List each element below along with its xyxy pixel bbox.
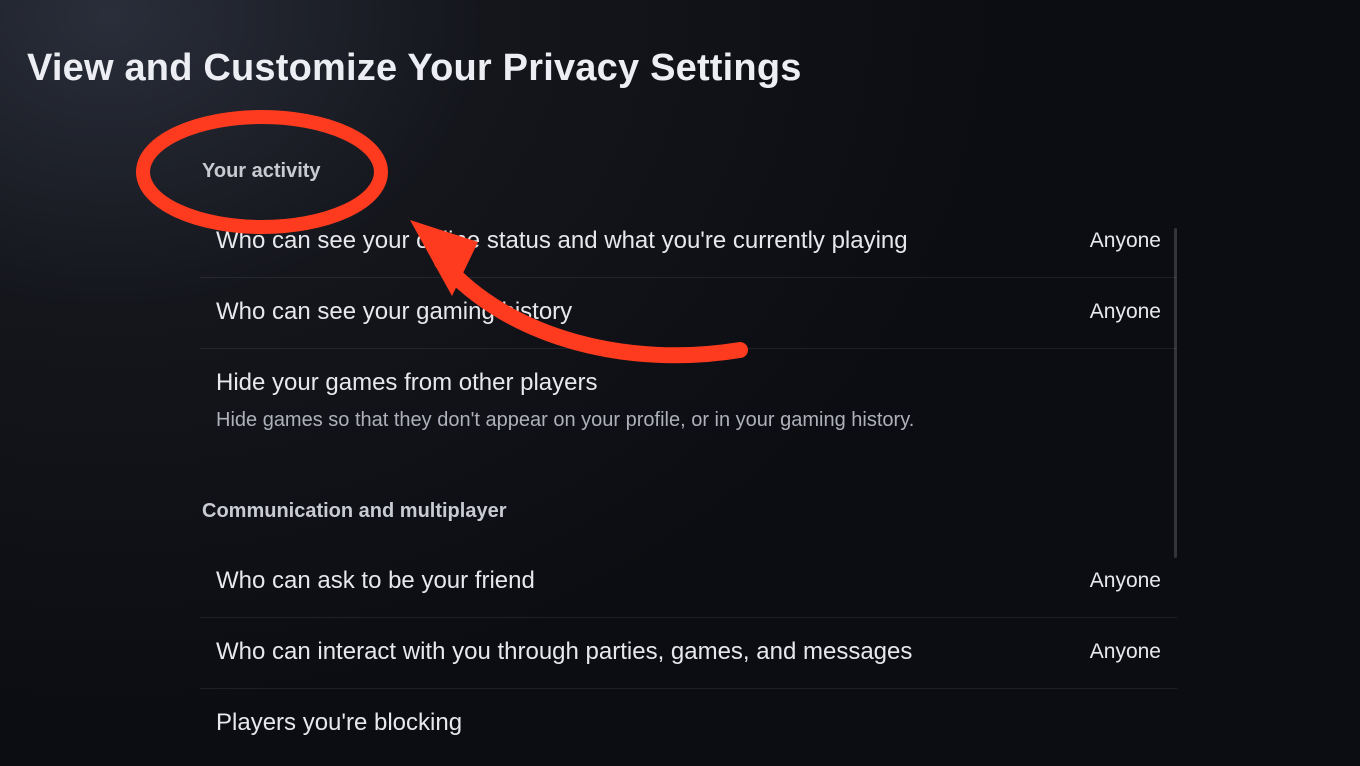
- page-title: View and Customize Your Privacy Settings: [27, 47, 802, 90]
- section-heading-communication: Communication and multiplayer: [200, 500, 1177, 523]
- section-heading-activity: Your activity: [200, 160, 1177, 183]
- row-interact-parties[interactable]: Who can interact with you through partie…: [200, 618, 1177, 689]
- row-sublabel: Hide games so that they don't appear on …: [216, 407, 914, 434]
- row-value: Anyone: [1090, 298, 1161, 324]
- row-label: Hide your games from other players: [216, 369, 914, 397]
- row-label: Who can interact with you through partie…: [216, 638, 912, 666]
- row-label: Players you're blocking: [216, 709, 462, 737]
- row-online-status[interactable]: Who can see your online status and what …: [200, 207, 1177, 278]
- row-value: Anyone: [1090, 227, 1161, 253]
- row-value: Anyone: [1090, 638, 1161, 664]
- settings-content: Your activity Who can see your online st…: [200, 160, 1177, 759]
- row-label: Who can see your online status and what …: [216, 227, 908, 255]
- scrollbar-track[interactable]: [1174, 228, 1177, 558]
- row-value: Anyone: [1090, 567, 1161, 593]
- row-label: Who can see your gaming history: [216, 298, 572, 326]
- row-blocked-players[interactable]: Players you're blocking: [200, 689, 1177, 759]
- row-label: Who can ask to be your friend: [216, 567, 535, 595]
- row-friend-requests[interactable]: Who can ask to be your friend Anyone: [200, 547, 1177, 618]
- row-gaming-history[interactable]: Who can see your gaming history Anyone: [200, 278, 1177, 349]
- row-hide-games[interactable]: Hide your games from other players Hide …: [200, 349, 1177, 456]
